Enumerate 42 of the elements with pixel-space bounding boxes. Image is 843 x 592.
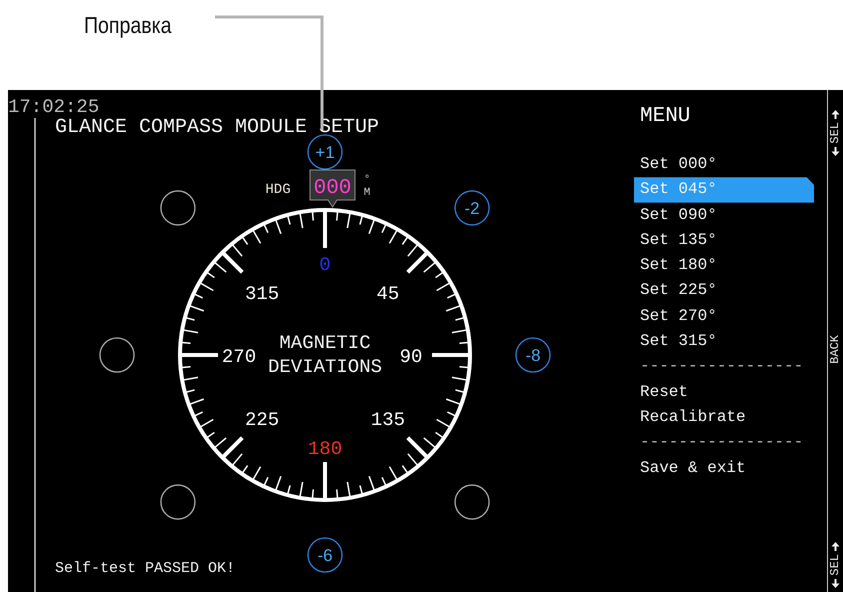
annotation-label: Поправка <box>84 11 172 40</box>
menu-title: MENU <box>640 104 692 130</box>
menu-separator: ----------------- <box>639 356 804 378</box>
up-arrow-icon <box>830 542 840 552</box>
dial-label: 270 <box>222 346 256 368</box>
dial-label: 0 <box>319 254 331 276</box>
menu-item[interactable]: Set 315° <box>634 329 814 354</box>
softkey-label[interactable]: BACK <box>829 334 841 364</box>
menu-separator: ----------------- <box>639 432 804 454</box>
menu-item[interactable]: Save & exit <box>634 456 814 481</box>
dial-label: 135 <box>370 408 406 431</box>
clock-time: 17:02:25 <box>8 96 100 118</box>
menu-item[interactable]: Reset <box>634 380 814 405</box>
status-message: Self-test PASSED OK! <box>55 560 236 577</box>
down-arrow-icon <box>830 146 840 156</box>
softkey-label[interactable]: SEL <box>829 122 841 144</box>
magnetic-unit: M <box>364 187 370 199</box>
deviation-badge: -8 <box>515 337 551 373</box>
menu-item[interactable]: Set 225° <box>634 278 814 304</box>
menu-item[interactable]: Set 000° <box>634 152 814 178</box>
degree-symbol: ° <box>364 174 370 186</box>
dial-caption: DEVIATIONS <box>268 356 382 378</box>
down-arrow-icon <box>830 579 840 588</box>
menu-item[interactable]: Set 180° <box>634 253 814 278</box>
dial-label: 225 <box>244 408 280 431</box>
menu-item[interactable]: Set 270° <box>634 304 814 330</box>
dial-label: 180 <box>308 438 342 460</box>
heading-label: HDG <box>265 182 291 198</box>
deviation-badge: +1 <box>307 134 343 170</box>
menu-item[interactable]: Recalibrate <box>634 404 814 430</box>
softkey-label[interactable]: SEL <box>829 554 841 576</box>
heading-readout-box <box>310 170 356 208</box>
menu-item[interactable]: Set 090° <box>634 202 814 228</box>
dial-label: 45 <box>376 283 400 306</box>
dial-caption: MAGNETIC <box>279 332 371 354</box>
menu-item[interactable]: Set 135° <box>634 228 814 254</box>
up-arrow-icon <box>830 110 840 119</box>
heading-value: 000 <box>314 177 352 200</box>
dial-label: 90 <box>400 346 422 368</box>
deviation-badge: -6 <box>307 537 343 573</box>
dial-label: 315 <box>244 283 280 306</box>
deviation-badge: -2 <box>454 190 490 226</box>
